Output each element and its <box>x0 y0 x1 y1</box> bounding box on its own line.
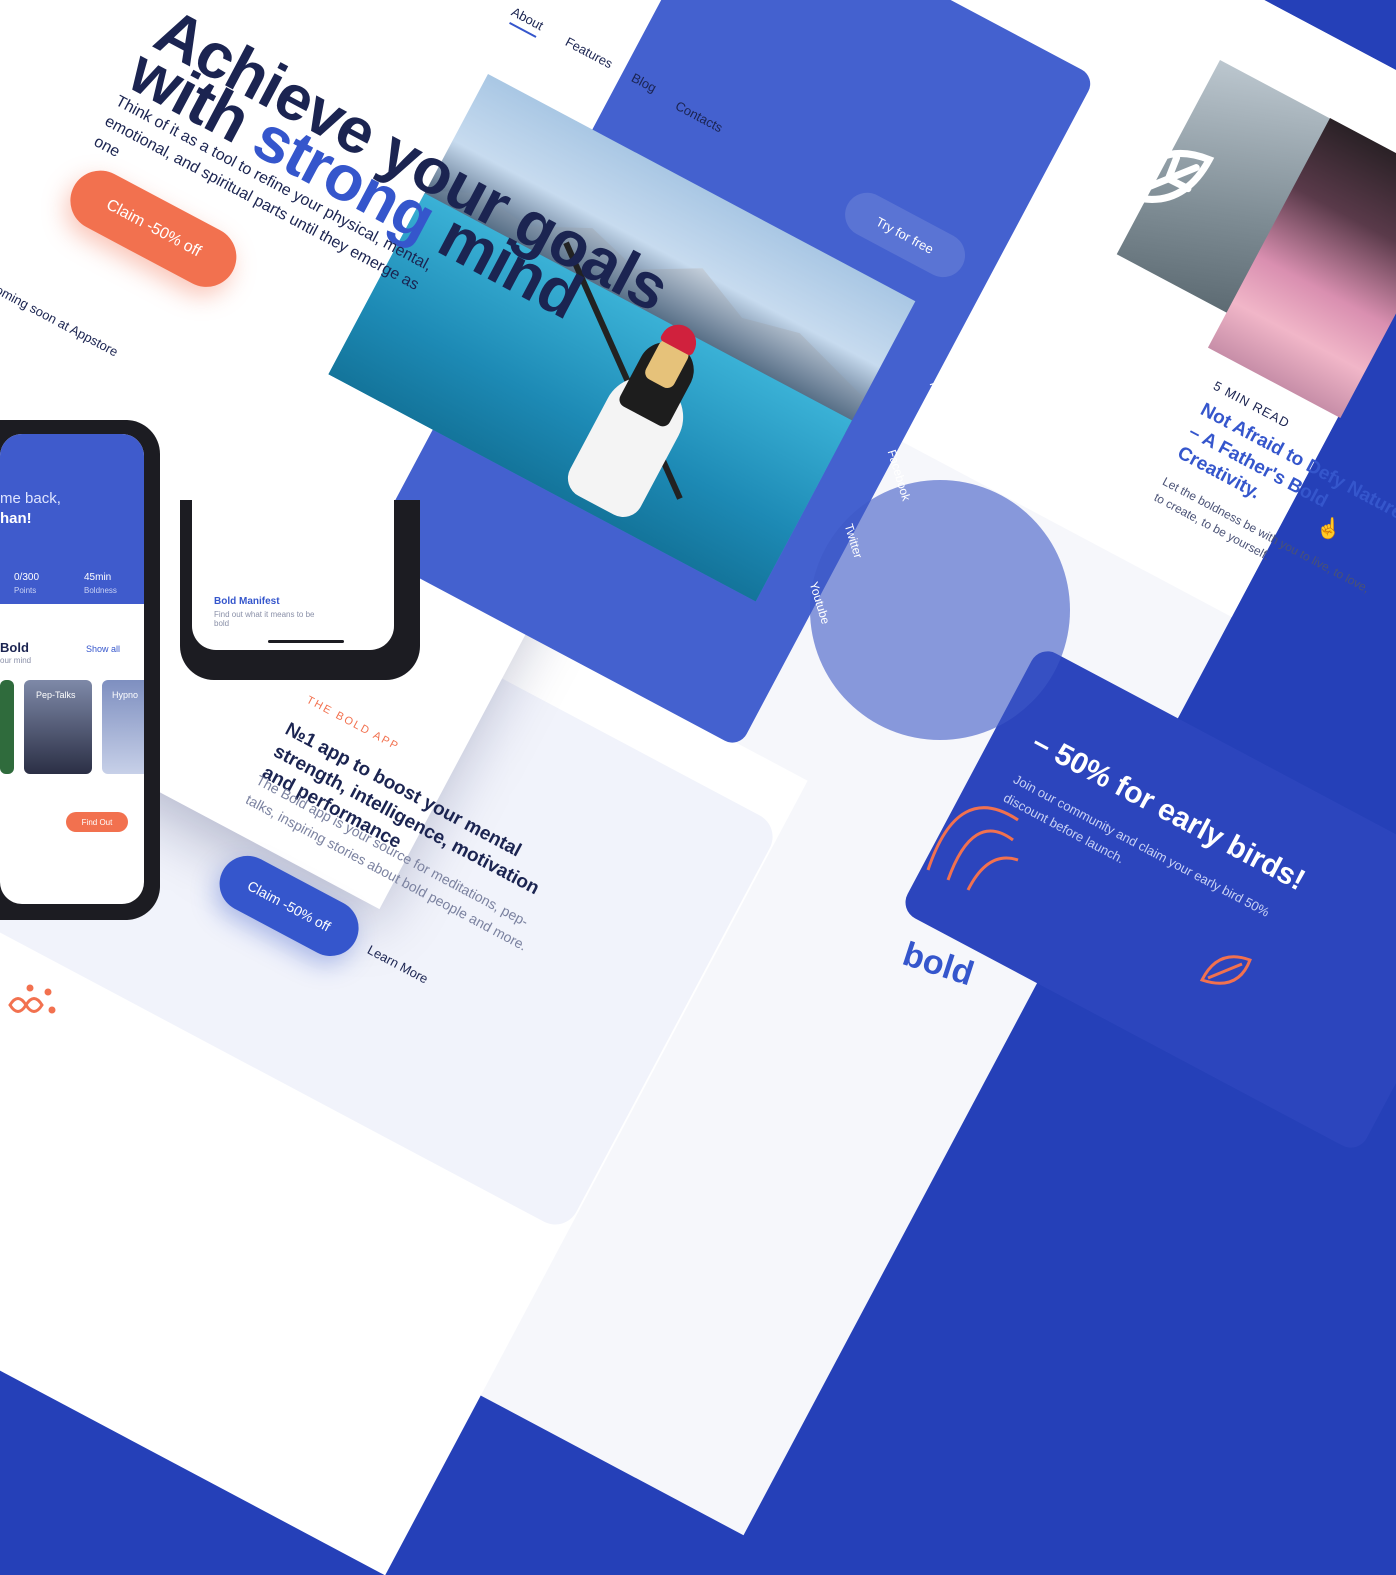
manifest-description: Find out what it means to be bold <box>214 610 315 628</box>
points-label: Points <box>14 586 37 595</box>
infinity-icon <box>0 980 60 1030</box>
phone-screen: me back, han! 0/300 Points 45min Boldnes… <box>0 434 144 904</box>
category-card-pep-talks[interactable]: Pep-Talks <box>24 680 92 774</box>
phone-mockup-manifest: Bold Manifest Find out what it means to … <box>180 500 420 680</box>
section-title: Bold <box>0 640 29 655</box>
manifest-title[interactable]: Bold Manifest <box>214 596 280 607</box>
leaf-logo-icon <box>1112 140 1222 210</box>
promo-decoration-icon <box>918 780 1038 910</box>
home-indicator <box>268 640 344 643</box>
category-card-partial[interactable] <box>0 680 14 774</box>
cursor-hand-icon: ☝ <box>1316 518 1341 540</box>
boldness-label: Boldness <box>84 586 117 595</box>
greeting-line1: me back, <box>0 490 61 507</box>
side-card-decoration <box>810 480 1070 740</box>
find-out-button[interactable]: Find Out <box>66 812 128 832</box>
phone2-screen: Bold Manifest Find out what it means to … <box>192 500 394 650</box>
section-subtitle: our mind <box>0 656 32 665</box>
category-card-hypno[interactable]: Hypno <box>102 680 144 774</box>
points-value: 0/300 <box>14 572 40 583</box>
orange-leaf-icon <box>1198 950 1254 992</box>
boldness-value: 45min <box>84 572 112 583</box>
phone-mockup-home: me back, han! 0/300 Points 45min Boldnes… <box>0 420 160 920</box>
show-all-link[interactable]: Show all <box>86 644 120 654</box>
greeting-line2: han! <box>0 510 32 527</box>
